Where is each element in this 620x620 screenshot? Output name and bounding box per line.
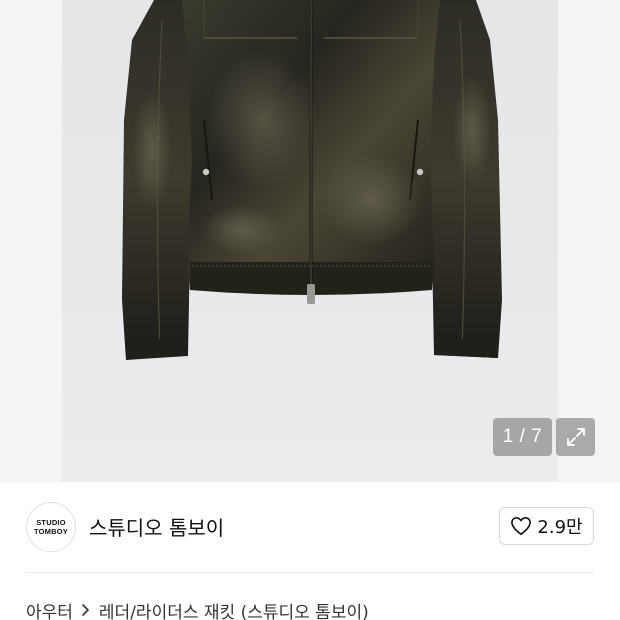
breadcrumb-category[interactable]: 아우터 (26, 598, 73, 620)
breadcrumb: 아우터 레더/라이더스 재킷 (스튜디오 톰보이) (26, 598, 369, 620)
gallery-left-margin (0, 0, 62, 482)
like-count: 2.9만 (537, 517, 583, 538)
expand-button[interactable] (556, 418, 595, 456)
breadcrumb-subcategory[interactable]: 레더/라이더스 재킷 (스튜디오 톰보이) (99, 598, 369, 620)
heart-icon (511, 517, 532, 535)
image-counter: 1 / 7 (493, 418, 552, 456)
like-button[interactable]: 2.9만 (499, 507, 594, 545)
product-image[interactable] (62, 0, 558, 482)
brand-logo-line1: STUDIO (36, 518, 66, 527)
brand-logo-line2: TOMBOY (34, 527, 68, 536)
expand-icon (566, 428, 585, 446)
brand-logo[interactable]: STUDIO TOMBOY (26, 502, 76, 552)
brand-row[interactable]: STUDIO TOMBOY 스튜디오 톰보이 2.9만 (0, 482, 620, 572)
brand-name[interactable]: 스튜디오 톰보이 (89, 512, 224, 541)
product-image-gallery[interactable]: 1 / 7 (0, 0, 620, 482)
chevron-right-icon (81, 603, 91, 617)
divider (26, 572, 594, 573)
gallery-right-margin (558, 0, 620, 482)
